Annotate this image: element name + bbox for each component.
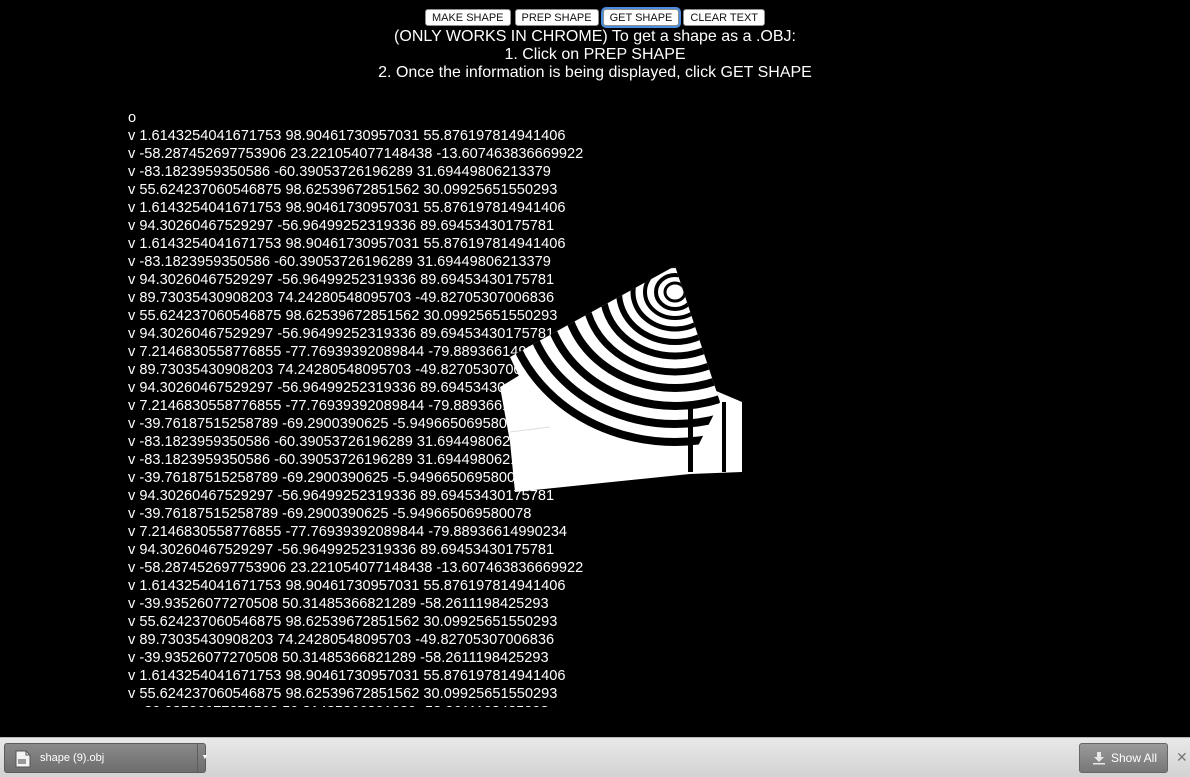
obj-line: v -39.93526077270508 50.31485366821289 -…: [128, 596, 549, 612]
obj-line: v 1.6143254041671753 98.90461730957031 5…: [128, 128, 566, 144]
instructions-step-1: 1. Click on PREP SHAPE: [504, 46, 686, 63]
clear-text-button[interactable]: CLEAR TEXT: [683, 9, 766, 26]
obj-line: v -39.76187515258789 -69.2900390625 -5.9…: [128, 506, 532, 522]
obj-line: v -58.287452697753906 23.221054077148438…: [128, 560, 584, 576]
instructions: (ONLY WORKS IN CHROME) To get a shape as…: [0, 28, 1190, 82]
obj-line: v 1.6143254041671753 98.90461730957031 5…: [128, 236, 566, 252]
make-shape-button[interactable]: MAKE SHAPE: [424, 9, 511, 26]
shape-3d-canvas[interactable]: [490, 262, 760, 492]
obj-line: v 1.6143254041671753 98.90461730957031 5…: [128, 200, 566, 216]
obj-line: v 55.624237060546875 98.62539672851562 3…: [128, 614, 558, 630]
obj-line: v 1.6143254041671753 98.90461730957031 5…: [128, 578, 566, 594]
show-all-button[interactable]: Show All: [1079, 743, 1168, 773]
get-shape-button[interactable]: GET SHAPE: [602, 9, 680, 26]
download-icon: [1093, 752, 1105, 765]
download-file-name: shape (9).obj: [40, 752, 105, 764]
file-icon: [15, 750, 31, 768]
obj-line: v 7.2146830558776855 -77.76939392089844 …: [128, 524, 568, 540]
toolbar: MAKE SHAPE PREP SHAPE GET SHAPE CLEAR TE…: [0, 9, 1190, 26]
download-menu-button[interactable]: ▼: [197, 744, 212, 772]
instructions-heading: (ONLY WORKS IN CHROME) To get a shape as…: [394, 28, 796, 45]
obj-line: v 89.73035430908203 74.24280548095703 -4…: [128, 632, 555, 648]
obj-line: v -39.93526077270508 50.31485366821289 -…: [128, 650, 549, 666]
shape-edge-stripe: [688, 402, 693, 472]
obj-line: v 94.30260467529297 -56.96499252319336 8…: [128, 218, 555, 234]
instructions-step-2: 2. Once the information is being display…: [378, 64, 812, 81]
prep-shape-button[interactable]: PREP SHAPE: [514, 9, 599, 26]
download-item[interactable]: shape (9).obj ▼: [4, 743, 208, 773]
close-icon[interactable]: ✕: [1176, 750, 1188, 764]
obj-line: v 55.624237060546875 98.62539672851562 3…: [128, 686, 558, 702]
shape-edge-stripe: [722, 402, 726, 472]
show-all-label: Show All: [1110, 751, 1157, 765]
obj-line: o: [128, 110, 137, 126]
chevron-down-icon: ▼: [201, 754, 209, 761]
obj-line: v -39.93526077270508 50.31485366821289 -…: [128, 703, 768, 707]
obj-line: v -83.1823959350586 -60.39053726196289 3…: [128, 164, 551, 180]
obj-line: v 55.624237060546875 98.62539672851562 3…: [128, 182, 558, 198]
download-bar: shape (9).obj ▼ Show All ✕: [0, 737, 1190, 777]
obj-line: v 94.30260467529297 -56.96499252319336 8…: [128, 542, 555, 558]
obj-line: v 1.6143254041671753 98.90461730957031 5…: [128, 668, 566, 684]
obj-line: v -58.287452697753906 23.221054077148438…: [128, 146, 584, 162]
